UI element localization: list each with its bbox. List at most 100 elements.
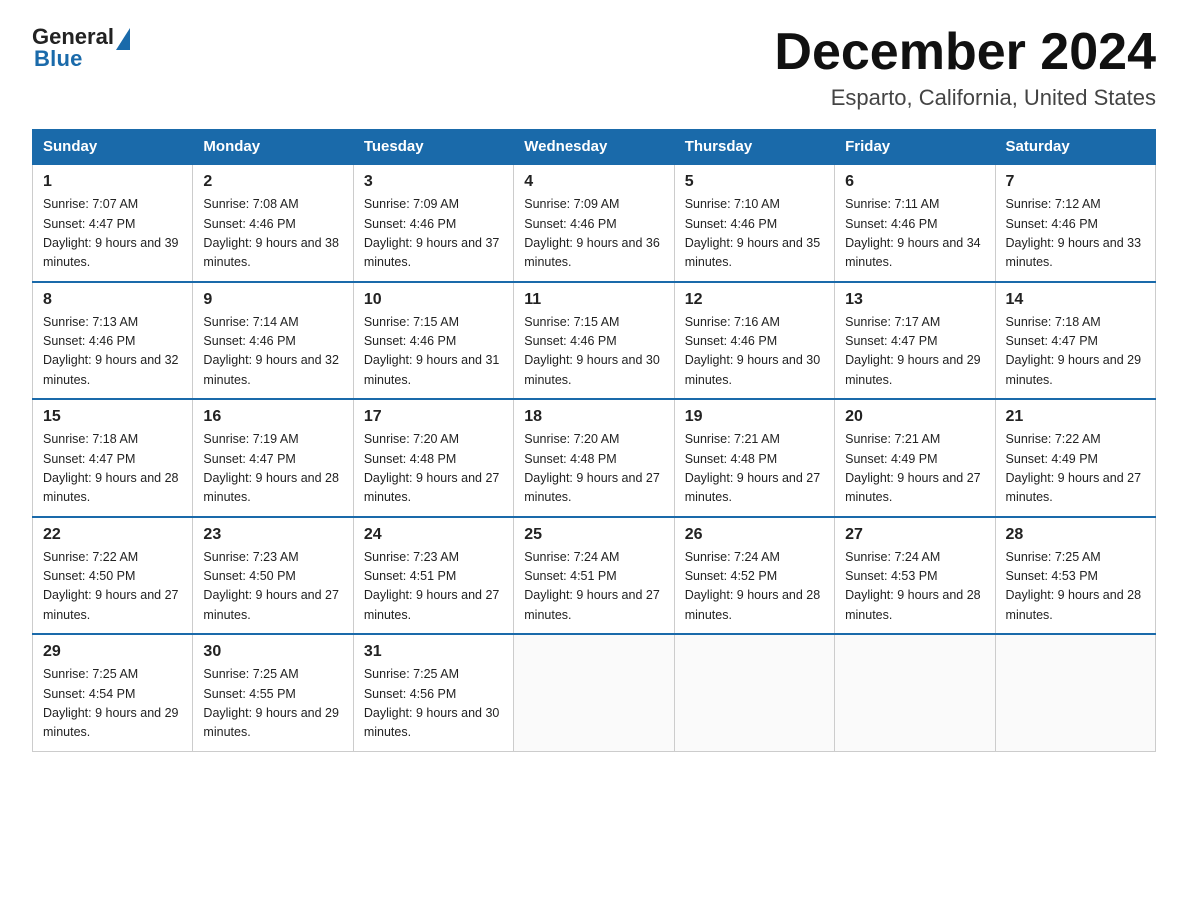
day-info: Sunrise: 7:20 AMSunset: 4:48 PMDaylight:…	[524, 430, 663, 508]
calendar-week-row: 8 Sunrise: 7:13 AMSunset: 4:46 PMDaylight…	[33, 282, 1156, 400]
calendar-cell: 5 Sunrise: 7:10 AMSunset: 4:46 PMDaylight…	[674, 164, 834, 282]
calendar-cell: 1Sunrise: 7:07 AMSunset: 4:47 PMDaylight…	[33, 164, 193, 282]
day-info: Sunrise: 7:18 AMSunset: 4:47 PMDaylight:…	[43, 430, 182, 508]
calendar-cell: 15 Sunrise: 7:18 AMSunset: 4:47 PMDayligh…	[33, 399, 193, 517]
day-info: Sunrise: 7:14 AMSunset: 4:46 PMDaylight:…	[203, 313, 342, 391]
day-number: 1	[43, 173, 182, 191]
calendar-cell: 19 Sunrise: 7:21 AMSunset: 4:48 PMDayligh…	[674, 399, 834, 517]
calendar-week-row: 29 Sunrise: 7:25 AMSunset: 4:54 PMDayligh…	[33, 634, 1156, 751]
day-number: 13	[845, 291, 984, 309]
day-info: Sunrise: 7:09 AMSunset: 4:46 PMDaylight:…	[364, 195, 503, 273]
calendar-header-row: SundayMondayTuesdayWednesdayThursdayFrid…	[33, 130, 1156, 165]
day-number: 26	[685, 526, 824, 544]
calendar-cell: 3 Sunrise: 7:09 AMSunset: 4:46 PMDaylight…	[353, 164, 513, 282]
day-number: 8	[43, 291, 182, 309]
day-info: Sunrise: 7:25 AMSunset: 4:56 PMDaylight:…	[364, 665, 503, 743]
calendar-cell: 20 Sunrise: 7:21 AMSunset: 4:49 PMDayligh…	[835, 399, 995, 517]
calendar-cell	[674, 634, 834, 751]
calendar-week-row: 1Sunrise: 7:07 AMSunset: 4:47 PMDaylight…	[33, 164, 1156, 282]
day-number: 28	[1006, 526, 1145, 544]
title-block: December 2024 Esparto, California, Unite…	[774, 24, 1156, 111]
day-info: Sunrise: 7:17 AMSunset: 4:47 PMDaylight:…	[845, 313, 984, 391]
location-subtitle: Esparto, California, United States	[774, 85, 1156, 111]
day-number: 19	[685, 408, 824, 426]
day-info: Sunrise: 7:23 AMSunset: 4:51 PMDaylight:…	[364, 548, 503, 626]
calendar-table: SundayMondayTuesdayWednesdayThursdayFrid…	[32, 129, 1156, 752]
day-number: 7	[1006, 173, 1145, 191]
day-info: Sunrise: 7:22 AMSunset: 4:50 PMDaylight:…	[43, 548, 182, 626]
day-info: Sunrise: 7:25 AMSunset: 4:54 PMDaylight:…	[43, 665, 182, 743]
day-info: Sunrise: 7:25 AMSunset: 4:53 PMDaylight:…	[1006, 548, 1145, 626]
calendar-cell: 8 Sunrise: 7:13 AMSunset: 4:46 PMDaylight…	[33, 282, 193, 400]
calendar-cell: 29 Sunrise: 7:25 AMSunset: 4:54 PMDayligh…	[33, 634, 193, 751]
day-number: 21	[1006, 408, 1145, 426]
calendar-cell	[995, 634, 1155, 751]
header-friday: Friday	[835, 130, 995, 165]
day-info: Sunrise: 7:11 AMSunset: 4:46 PMDaylight:…	[845, 195, 984, 273]
day-info: Sunrise: 7:10 AMSunset: 4:46 PMDaylight:…	[685, 195, 824, 273]
calendar-cell: 10 Sunrise: 7:15 AMSunset: 4:46 PMDayligh…	[353, 282, 513, 400]
day-info: Sunrise: 7:22 AMSunset: 4:49 PMDaylight:…	[1006, 430, 1145, 508]
day-number: 16	[203, 408, 342, 426]
calendar-cell: 26 Sunrise: 7:24 AMSunset: 4:52 PMDayligh…	[674, 517, 834, 635]
logo-blue-text: Blue	[34, 46, 83, 71]
calendar-cell: 18Sunrise: 7:20 AMSunset: 4:48 PMDayligh…	[514, 399, 674, 517]
day-number: 15	[43, 408, 182, 426]
day-info: Sunrise: 7:21 AMSunset: 4:48 PMDaylight:…	[685, 430, 824, 508]
day-number: 11	[524, 291, 663, 309]
calendar-cell: 17Sunrise: 7:20 AMSunset: 4:48 PMDayligh…	[353, 399, 513, 517]
day-number: 25	[524, 526, 663, 544]
day-info: Sunrise: 7:20 AMSunset: 4:48 PMDaylight:…	[364, 430, 503, 508]
calendar-cell	[835, 634, 995, 751]
calendar-cell: 14 Sunrise: 7:18 AMSunset: 4:47 PMDayligh…	[995, 282, 1155, 400]
calendar-cell: 22 Sunrise: 7:22 AMSunset: 4:50 PMDayligh…	[33, 517, 193, 635]
header-sunday: Sunday	[33, 130, 193, 165]
day-info: Sunrise: 7:12 AMSunset: 4:46 PMDaylight:…	[1006, 195, 1145, 273]
day-info: Sunrise: 7:24 AMSunset: 4:51 PMDaylight:…	[524, 548, 663, 626]
calendar-cell: 13 Sunrise: 7:17 AMSunset: 4:47 PMDayligh…	[835, 282, 995, 400]
day-info: Sunrise: 7:15 AMSunset: 4:46 PMDaylight:…	[364, 313, 503, 391]
day-number: 9	[203, 291, 342, 309]
day-number: 30	[203, 643, 342, 661]
page-header: General Blue December 2024 Esparto, Cali…	[32, 24, 1156, 111]
day-info: Sunrise: 7:23 AMSunset: 4:50 PMDaylight:…	[203, 548, 342, 626]
calendar-week-row: 15 Sunrise: 7:18 AMSunset: 4:47 PMDayligh…	[33, 399, 1156, 517]
calendar-cell: 30Sunrise: 7:25 AMSunset: 4:55 PMDayligh…	[193, 634, 353, 751]
day-number: 29	[43, 643, 182, 661]
header-tuesday: Tuesday	[353, 130, 513, 165]
day-number: 22	[43, 526, 182, 544]
calendar-cell: 2Sunrise: 7:08 AMSunset: 4:46 PMDaylight…	[193, 164, 353, 282]
day-number: 14	[1006, 291, 1145, 309]
calendar-cell: 12 Sunrise: 7:16 AMSunset: 4:46 PMDayligh…	[674, 282, 834, 400]
calendar-cell: 6 Sunrise: 7:11 AMSunset: 4:46 PMDaylight…	[835, 164, 995, 282]
day-info: Sunrise: 7:15 AMSunset: 4:46 PMDaylight:…	[524, 313, 663, 391]
day-number: 31	[364, 643, 503, 661]
calendar-cell: 27Sunrise: 7:24 AMSunset: 4:53 PMDayligh…	[835, 517, 995, 635]
day-info: Sunrise: 7:16 AMSunset: 4:46 PMDaylight:…	[685, 313, 824, 391]
day-number: 6	[845, 173, 984, 191]
header-wednesday: Wednesday	[514, 130, 674, 165]
calendar-cell: 25 Sunrise: 7:24 AMSunset: 4:51 PMDayligh…	[514, 517, 674, 635]
calendar-cell: 24 Sunrise: 7:23 AMSunset: 4:51 PMDayligh…	[353, 517, 513, 635]
day-number: 20	[845, 408, 984, 426]
day-info: Sunrise: 7:21 AMSunset: 4:49 PMDaylight:…	[845, 430, 984, 508]
day-info: Sunrise: 7:19 AMSunset: 4:47 PMDaylight:…	[203, 430, 342, 508]
day-info: Sunrise: 7:13 AMSunset: 4:46 PMDaylight:…	[43, 313, 182, 391]
calendar-cell: 21 Sunrise: 7:22 AMSunset: 4:49 PMDayligh…	[995, 399, 1155, 517]
day-number: 4	[524, 173, 663, 191]
day-info: Sunrise: 7:24 AMSunset: 4:52 PMDaylight:…	[685, 548, 824, 626]
day-number: 10	[364, 291, 503, 309]
calendar-week-row: 22 Sunrise: 7:22 AMSunset: 4:50 PMDayligh…	[33, 517, 1156, 635]
day-info: Sunrise: 7:09 AMSunset: 4:46 PMDaylight:…	[524, 195, 663, 273]
day-number: 12	[685, 291, 824, 309]
header-monday: Monday	[193, 130, 353, 165]
calendar-cell: 16 Sunrise: 7:19 AMSunset: 4:47 PMDayligh…	[193, 399, 353, 517]
day-info: Sunrise: 7:18 AMSunset: 4:47 PMDaylight:…	[1006, 313, 1145, 391]
calendar-cell: 11 Sunrise: 7:15 AMSunset: 4:46 PMDayligh…	[514, 282, 674, 400]
calendar-cell	[514, 634, 674, 751]
day-number: 3	[364, 173, 503, 191]
day-number: 5	[685, 173, 824, 191]
calendar-cell: 31 Sunrise: 7:25 AMSunset: 4:56 PMDayligh…	[353, 634, 513, 751]
day-number: 24	[364, 526, 503, 544]
calendar-cell: 9 Sunrise: 7:14 AMSunset: 4:46 PMDaylight…	[193, 282, 353, 400]
